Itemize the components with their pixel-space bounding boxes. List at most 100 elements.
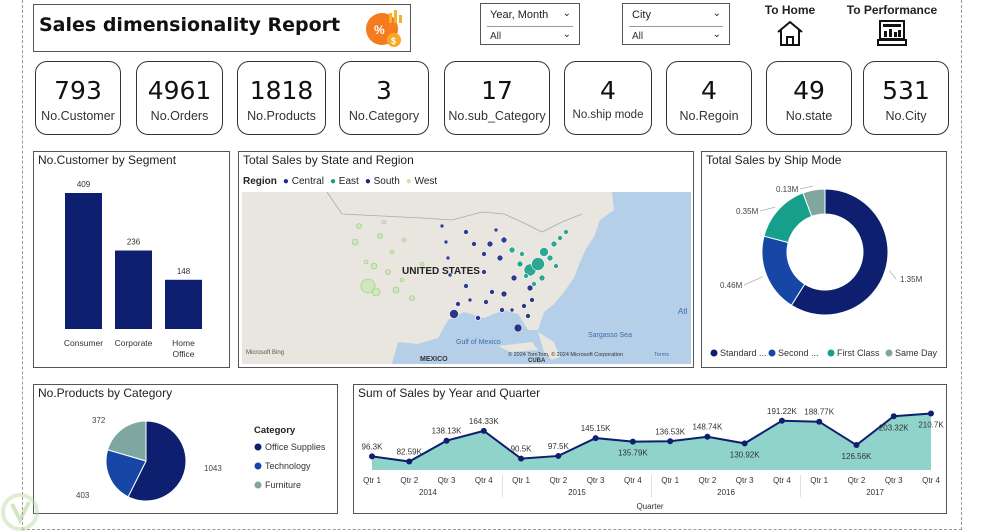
map-bubble[interactable] [351,238,359,246]
year-tick-label: 2016 [717,488,735,497]
to-home-button[interactable]: To Home [758,3,822,51]
data-point[interactable] [592,435,599,442]
city-slicer[interactable]: City ⌄ All ⌄ [622,3,730,45]
kpi-value: 17 [481,76,513,105]
map-bubble[interactable] [553,263,559,269]
segment-bar-chart: 409 Consumer 236 Corporate 148 HomeOffice [64,180,202,359]
map-bubble[interactable] [538,274,546,282]
map-bubble[interactable] [449,309,459,319]
map-bubble[interactable] [463,229,469,235]
map-bubble[interactable] [483,299,489,305]
bar-home-office[interactable] [165,279,202,329]
us-map[interactable]: UNITED STATES Gulf of Mexico MEXICO CUBA… [242,192,691,364]
map-bubble[interactable] [550,240,558,248]
kpi-value: 49 [793,76,825,105]
map-bubble[interactable] [525,313,531,319]
map-bubble[interactable] [489,289,495,295]
map-bubble[interactable] [363,259,369,265]
data-point[interactable] [704,433,711,440]
map-bubble[interactable] [389,249,395,255]
map-bubble[interactable] [531,281,537,287]
map-bubble[interactable] [385,269,391,275]
map-bubble[interactable] [471,241,477,247]
data-point[interactable] [406,458,413,465]
year-tick-label: 2017 [866,488,884,497]
map-bubble[interactable] [445,255,451,261]
map-bubble[interactable] [500,236,508,244]
map-bubble[interactable] [356,223,362,229]
data-point[interactable] [518,455,525,462]
map-bubble[interactable] [523,273,529,279]
donut-slice-2[interactable] [763,192,813,244]
data-point[interactable] [480,427,487,434]
year-month-slicer[interactable]: Year, Month ⌄ All ⌄ [480,3,580,45]
map-bubble[interactable] [563,229,569,235]
to-performance-button[interactable]: To Performance [842,3,942,51]
map-terms-link[interactable]: Terms [654,352,669,358]
data-point[interactable] [369,453,375,460]
data-point[interactable] [816,418,823,425]
map-bubble[interactable] [521,303,527,309]
map-bubble[interactable] [557,235,563,241]
map-bubble[interactable] [493,227,499,233]
point-data-label: 135.79K [618,449,648,458]
data-point[interactable] [443,437,450,444]
legend-label: Same Day [895,348,938,358]
map-bubble[interactable] [539,247,549,257]
map-bubble[interactable] [447,272,453,278]
quarter-tick-label: Qtr 2 [848,476,866,485]
map-bubble[interactable] [409,295,415,301]
map-bubble[interactable] [475,315,481,321]
bar-corporate[interactable] [115,250,152,329]
map-bubble[interactable] [516,260,524,268]
chart-title: No.Products by Category [38,386,173,400]
map-bubble[interactable] [510,274,518,282]
map-bubble[interactable] [463,283,469,289]
data-point[interactable] [778,417,785,424]
data-point[interactable] [741,440,748,447]
slice-data-label: 1043 [204,464,222,473]
sargasso-label: Sargasso Sea [588,332,632,339]
map-bubble[interactable] [399,277,405,283]
point-data-label: 130.92K [730,450,760,459]
quarter-tick-label: Qtr 2 [400,476,418,485]
map-bubble[interactable] [546,254,554,262]
map-bubble[interactable] [419,261,425,267]
map-bubble[interactable] [371,287,381,297]
map-bubble[interactable] [392,286,400,294]
data-point[interactable] [629,438,636,445]
map-bubble[interactable] [455,301,461,307]
map-bubble[interactable] [443,239,449,245]
kpi-label: No.City [885,109,927,123]
map-bubble[interactable] [496,254,504,262]
data-point[interactable] [853,442,860,449]
map-bubble[interactable] [513,323,523,333]
map-bubble[interactable] [401,237,407,243]
quarter-tick-label: Qtr 1 [512,476,530,485]
map-bubble[interactable] [486,240,494,248]
donut-slice-1[interactable] [761,235,806,306]
map-bubble[interactable] [500,290,508,298]
data-point[interactable] [890,413,897,420]
kpi-value: 1818 [249,76,314,105]
bar-consumer[interactable] [65,193,102,329]
map-bubble[interactable] [509,307,515,313]
map-bubble[interactable] [519,251,525,257]
map-bubble[interactable] [481,269,487,275]
map-bubble[interactable] [529,297,535,303]
legend-marker [254,481,262,489]
map-bubble[interactable] [499,307,505,313]
map-bubble[interactable] [439,223,445,229]
map-bubble[interactable] [531,257,545,271]
kpi-card-category: 3 No.Category [339,61,429,135]
map-bubble[interactable] [381,219,387,225]
map-bubble[interactable] [481,251,487,257]
map-bubble[interactable] [377,233,383,239]
data-point[interactable] [928,410,934,417]
data-point[interactable] [555,452,562,459]
quarter-tick-label: Qtr 2 [699,476,717,485]
map-bubble[interactable] [370,262,378,270]
map-bubble[interactable] [508,246,516,254]
data-point[interactable] [667,438,674,445]
map-bubble[interactable] [467,297,473,303]
